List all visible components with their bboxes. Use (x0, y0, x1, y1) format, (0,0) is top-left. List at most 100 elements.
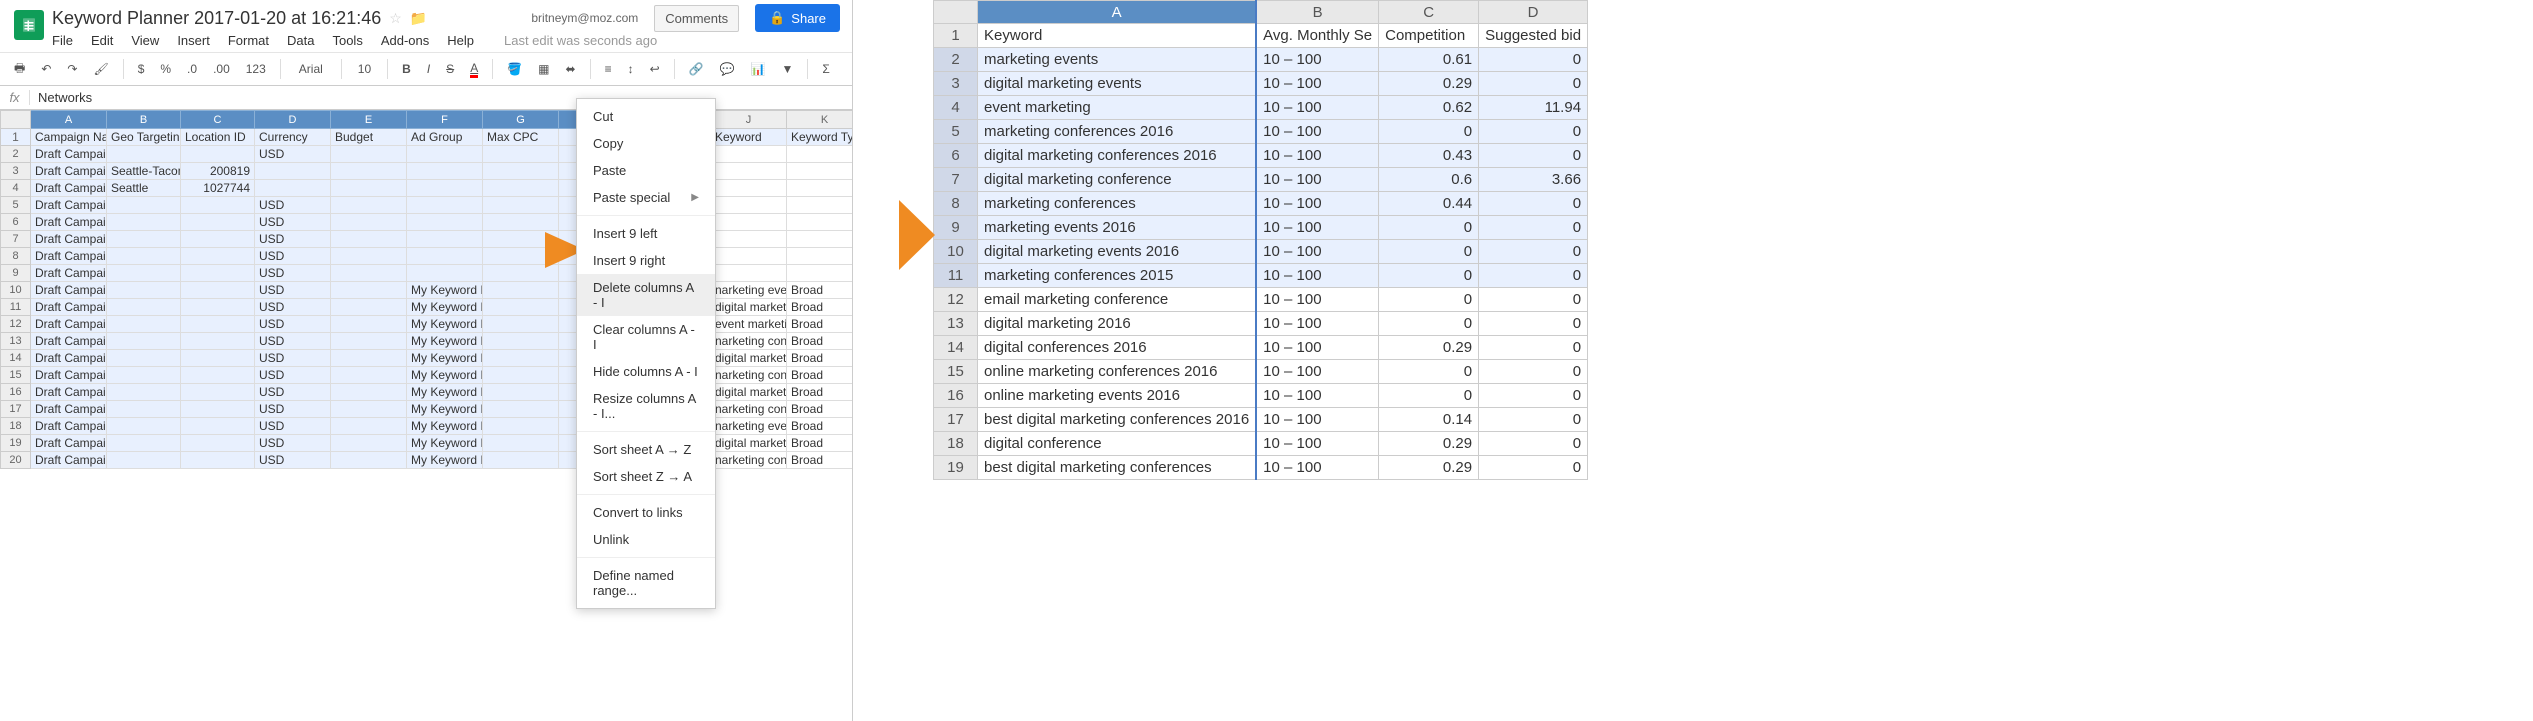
cell[interactable] (331, 163, 407, 180)
cell[interactable]: 0 (1479, 144, 1588, 168)
cell[interactable] (107, 146, 181, 163)
cell[interactable] (181, 435, 255, 452)
valign-icon[interactable]: ↕ (622, 58, 640, 80)
cell[interactable]: 0 (1479, 120, 1588, 144)
cell[interactable]: marketing events 2016 (978, 216, 1257, 240)
cell[interactable] (483, 299, 559, 316)
cell[interactable]: 0.61 (1379, 48, 1479, 72)
cell[interactable]: USD (255, 367, 331, 384)
cell[interactable] (483, 282, 559, 299)
cell[interactable]: 10 – 100 (1256, 168, 1378, 192)
cell[interactable]: USD (255, 214, 331, 231)
cell[interactable] (787, 197, 854, 214)
cell[interactable] (407, 197, 483, 214)
cell[interactable]: USD (255, 452, 331, 469)
cell[interactable]: narketing confer (711, 452, 787, 469)
cell[interactable] (255, 180, 331, 197)
cell[interactable]: narketing confer (711, 367, 787, 384)
cell[interactable]: Broad (787, 401, 854, 418)
filter-icon[interactable]: ▼ (776, 58, 800, 80)
cell[interactable] (107, 452, 181, 469)
cell[interactable]: 0 (1379, 240, 1479, 264)
cell[interactable]: 0 (1479, 240, 1588, 264)
bold-icon[interactable]: B (396, 58, 417, 80)
cell[interactable]: narketing confer (711, 401, 787, 418)
cell[interactable]: USD (255, 248, 331, 265)
cell[interactable]: 0 (1479, 456, 1588, 480)
cell[interactable]: 0 (1479, 312, 1588, 336)
cell[interactable]: 0 (1479, 48, 1588, 72)
cell[interactable]: 10 – 100 (1256, 216, 1378, 240)
cell[interactable]: Ad Group (407, 129, 483, 146)
cell[interactable] (107, 231, 181, 248)
col-header[interactable]: C (181, 111, 255, 129)
col-header[interactable]: D (255, 111, 331, 129)
cell[interactable] (107, 214, 181, 231)
cell[interactable] (107, 401, 181, 418)
font-select[interactable]: Arial (289, 62, 333, 76)
cell[interactable] (483, 435, 559, 452)
menu-insert[interactable]: Insert (177, 33, 210, 48)
ctx-clear-columns-a-i[interactable]: Clear columns A - I (577, 316, 715, 358)
cell[interactable] (107, 265, 181, 282)
cell[interactable] (181, 265, 255, 282)
cell[interactable] (483, 384, 559, 401)
decimal-inc-icon[interactable]: .00 (207, 58, 236, 80)
col-header[interactable]: B (107, 111, 181, 129)
cell[interactable]: 0 (1479, 408, 1588, 432)
cell[interactable]: 0 (1479, 264, 1588, 288)
cell[interactable]: 0 (1479, 336, 1588, 360)
cell[interactable]: event marketing (978, 96, 1257, 120)
cell[interactable] (483, 316, 559, 333)
cell[interactable]: Draft Campaign (31, 180, 107, 197)
col-header[interactable]: C (1379, 1, 1479, 24)
cell[interactable]: My Keyword Ideas (407, 435, 483, 452)
cell[interactable]: Draft Campaign (31, 163, 107, 180)
cell[interactable]: USD (255, 401, 331, 418)
ctx-resize-columns-a-i-[interactable]: Resize columns A - I... (577, 385, 715, 427)
col-header[interactable]: J (711, 111, 787, 129)
cell[interactable]: online marketing events 2016 (978, 384, 1257, 408)
cell[interactable] (787, 231, 854, 248)
cell[interactable]: narketing events (711, 282, 787, 299)
cell[interactable] (711, 163, 787, 180)
cell[interactable]: 10 – 100 (1256, 288, 1378, 312)
cell[interactable] (483, 146, 559, 163)
cell[interactable]: USD (255, 435, 331, 452)
cell[interactable] (483, 418, 559, 435)
ctx-convert-to-links[interactable]: Convert to links (577, 499, 715, 526)
cell[interactable] (181, 384, 255, 401)
cell[interactable] (331, 282, 407, 299)
cell[interactable]: marketing events (978, 48, 1257, 72)
cell[interactable]: Draft Campaign (31, 435, 107, 452)
menu-edit[interactable]: Edit (91, 33, 113, 48)
cell[interactable]: Keyword (711, 129, 787, 146)
cell[interactable] (181, 350, 255, 367)
cell[interactable]: My Keyword Ideas (407, 333, 483, 350)
cell[interactable]: USD (255, 418, 331, 435)
cell[interactable] (787, 265, 854, 282)
cell[interactable]: 0 (1379, 384, 1479, 408)
cell[interactable]: best digital marketing conferences 2016 (978, 408, 1257, 432)
comments-button[interactable]: Comments (654, 5, 739, 32)
cell[interactable]: My Keyword Ideas (407, 316, 483, 333)
cell[interactable] (181, 231, 255, 248)
cell[interactable] (181, 197, 255, 214)
cell[interactable]: 0 (1379, 360, 1479, 384)
cell[interactable]: 0.29 (1379, 432, 1479, 456)
cell[interactable]: My Keyword Ideas (407, 384, 483, 401)
cell[interactable]: Broad (787, 299, 854, 316)
ctx-sort-sheet-z-a[interactable]: Sort sheet Z → A (577, 463, 715, 490)
cell[interactable]: online marketing conferences 2016 (978, 360, 1257, 384)
cell[interactable]: digital marketing conference (978, 168, 1257, 192)
cell[interactable] (181, 299, 255, 316)
cell[interactable] (787, 146, 854, 163)
ctx-insert-9-left[interactable]: Insert 9 left (577, 220, 715, 247)
cell[interactable]: Broad (787, 418, 854, 435)
menu-data[interactable]: Data (287, 33, 314, 48)
cell[interactable]: USD (255, 282, 331, 299)
cell[interactable] (407, 163, 483, 180)
chart-icon[interactable]: 📊 (745, 58, 772, 80)
cell[interactable]: 0 (1479, 192, 1588, 216)
cell[interactable]: 0 (1379, 216, 1479, 240)
